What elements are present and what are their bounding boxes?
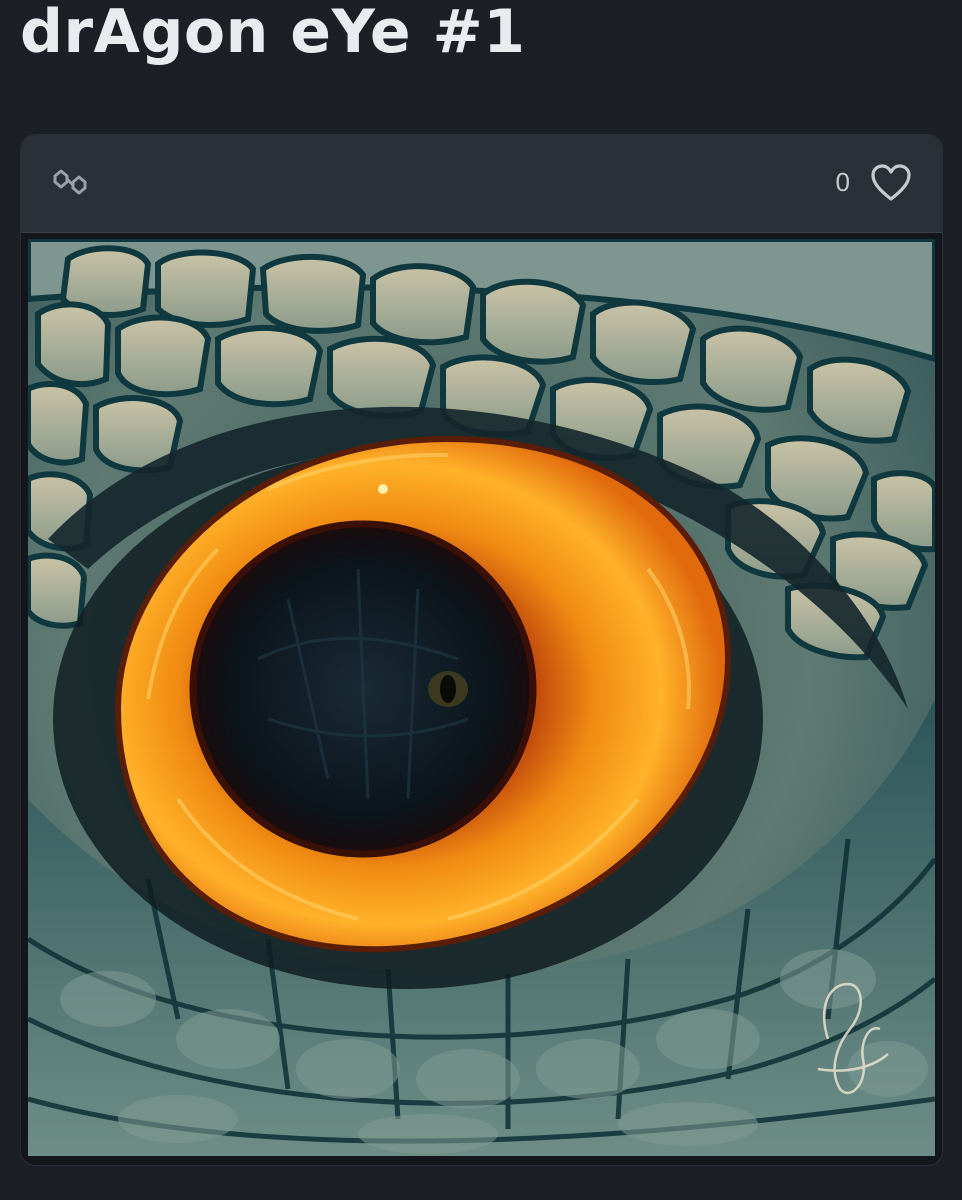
like-count: 0 — [835, 167, 850, 197]
dragon-eye-image — [28, 239, 935, 1156]
dragon-eye-artwork[interactable] — [28, 239, 935, 1156]
heart-outline-icon[interactable] — [870, 163, 912, 203]
nft-card[interactable]: 0 — [21, 135, 942, 1165]
card-header: 0 — [21, 135, 942, 233]
polygon-chain-icon[interactable] — [51, 165, 89, 199]
page-title: drAgon eYe #1 — [20, 0, 526, 67]
